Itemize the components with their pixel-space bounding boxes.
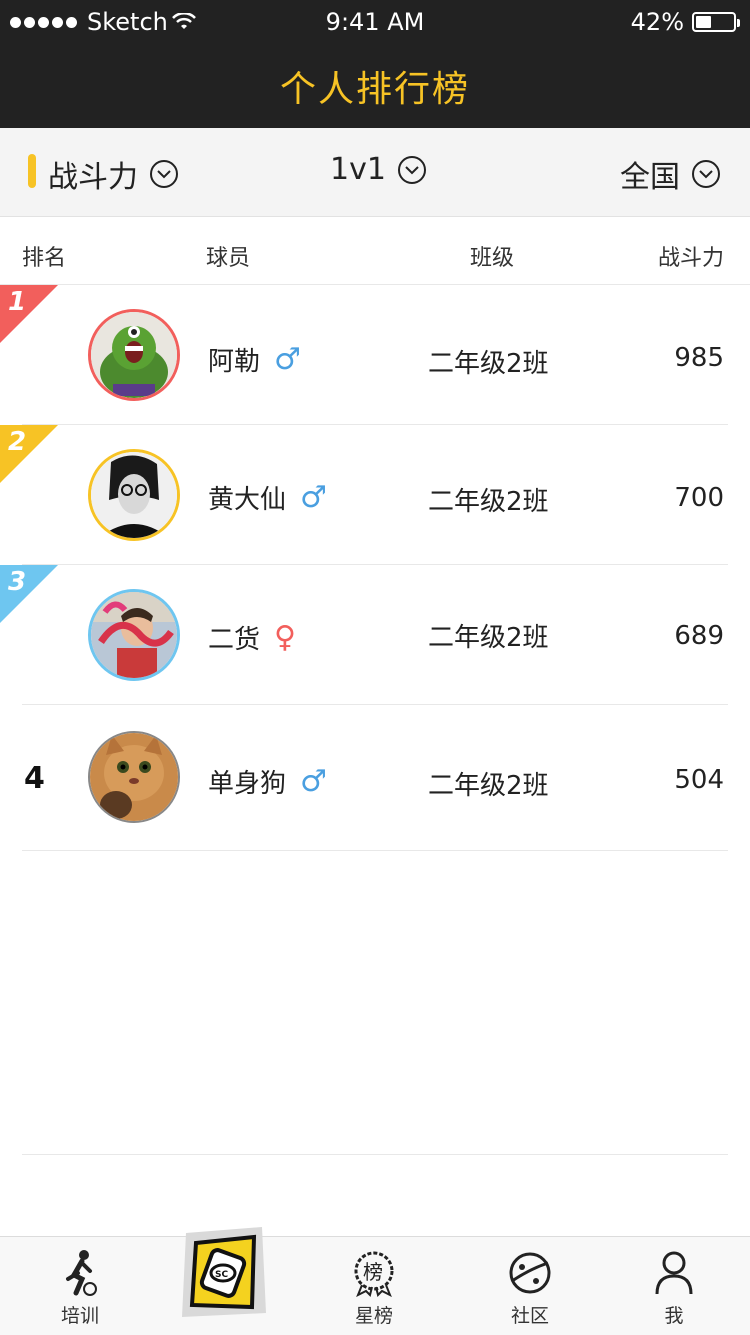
player-score: 504 [674, 765, 724, 795]
metric-filter-label: 战斗力 [48, 160, 138, 195]
table-row[interactable]: 4 单身狗 ♂ 二年级2班 504 [0, 705, 750, 851]
tab-bar: 培训 SC 榜 星榜 社区 我 [0, 1227, 750, 1335]
planet-icon [509, 1252, 551, 1294]
player-score: 700 [674, 483, 724, 513]
avatar [88, 309, 180, 401]
avatar-image [90, 733, 178, 821]
player-name: 二货 [208, 625, 261, 655]
player-name-cell: 单身狗 ♂ [208, 763, 327, 800]
tab-label: 我 [664, 1305, 684, 1327]
avatar-image [91, 592, 177, 678]
region-filter[interactable]: 全国 [620, 152, 720, 196]
region-filter-label: 全国 [620, 160, 680, 195]
rank-number: 1 [8, 287, 27, 317]
player-name-cell: 阿勒 ♂ [208, 341, 301, 378]
app-logo-icon: SC [182, 1227, 266, 1317]
avatar [88, 449, 180, 541]
tab-community[interactable]: 社区 [480, 1247, 580, 1328]
accent-marker [28, 154, 36, 188]
person-icon [655, 1251, 693, 1295]
battery-icon [692, 12, 740, 32]
player-class: 二年级2班 [428, 349, 549, 379]
avatar-image [91, 312, 177, 398]
svg-text:榜: 榜 [363, 1260, 383, 1284]
chevron-down-icon [692, 160, 720, 188]
status-right: 42% [630, 8, 740, 36]
male-icon: ♂ [300, 764, 327, 799]
header-player: 球员 [206, 246, 251, 271]
avatar-image [91, 452, 177, 538]
tab-ranking[interactable]: 榜 星榜 [324, 1247, 424, 1328]
male-icon: ♂ [274, 342, 301, 377]
tab-label: 星榜 [354, 1305, 393, 1327]
list-end-divider [22, 1154, 728, 1155]
tab-home-logo[interactable]: SC [178, 1223, 270, 1323]
battery-percent: 42% [630, 8, 684, 36]
tab-label: 社区 [510, 1305, 549, 1327]
soccer-player-icon [66, 1250, 97, 1296]
filter-bar: 战斗力 1v1 全国 [0, 128, 750, 217]
player-name-cell: 黄大仙 ♂ [208, 479, 327, 516]
player-name: 单身狗 [208, 769, 287, 799]
battery-fill [696, 16, 711, 28]
rank-ribbon: 1 [0, 285, 58, 343]
chevron-down-icon [397, 155, 426, 184]
rank-ribbon: 2 [0, 425, 58, 483]
player-score: 985 [674, 343, 724, 373]
rank-number: 2 [8, 427, 27, 457]
ranking-badge-icon: 榜 [354, 1251, 394, 1297]
table-header: 排名 球员 班级 战斗力 [0, 216, 750, 285]
tab-training[interactable]: 培训 [30, 1247, 130, 1328]
table-row[interactable]: 1 阿勒 ♂ 二年级2班 985 [0, 285, 750, 425]
player-name: 阿勒 [208, 347, 261, 377]
player-score: 689 [674, 621, 724, 651]
player-class: 二年级2班 [428, 623, 549, 653]
player-name-cell: 二货 ♀ [208, 619, 296, 656]
top-bar: Sketch 9:41 AM 42% 个人排行榜 [0, 0, 750, 128]
rank-ribbon: 3 [0, 565, 58, 623]
tab-me[interactable]: 我 [624, 1247, 724, 1328]
avatar [88, 731, 180, 823]
rank-number: 3 [8, 567, 27, 597]
player-class: 二年级2班 [428, 771, 549, 801]
rank-number: 4 [24, 761, 45, 796]
header-rank: 排名 [22, 246, 67, 271]
player-class: 二年级2班 [428, 487, 549, 517]
mode-filter[interactable]: 1v1 [330, 152, 426, 187]
avatar [88, 589, 180, 681]
table-row[interactable]: 3 二货 ♀ 二年级2班 689 [0, 565, 750, 705]
row-divider [22, 850, 728, 851]
tab-label: 培训 [60, 1305, 99, 1327]
status-bar: Sketch 9:41 AM 42% [0, 0, 750, 44]
header-score: 战斗力 [657, 246, 724, 271]
female-icon: ♀ [274, 620, 296, 655]
page-title: 个人排行榜 [279, 69, 470, 110]
header-class: 班级 [470, 246, 515, 271]
male-icon: ♂ [300, 480, 327, 515]
table-row[interactable]: 2 黄大仙 ♂ 二年级2班 700 [0, 425, 750, 565]
svg-text:SC: SC [215, 1270, 228, 1280]
metric-filter[interactable]: 战斗力 [48, 152, 178, 196]
mode-filter-label: 1v1 [330, 152, 386, 187]
chevron-down-icon [150, 160, 178, 188]
player-name: 黄大仙 [208, 485, 287, 515]
